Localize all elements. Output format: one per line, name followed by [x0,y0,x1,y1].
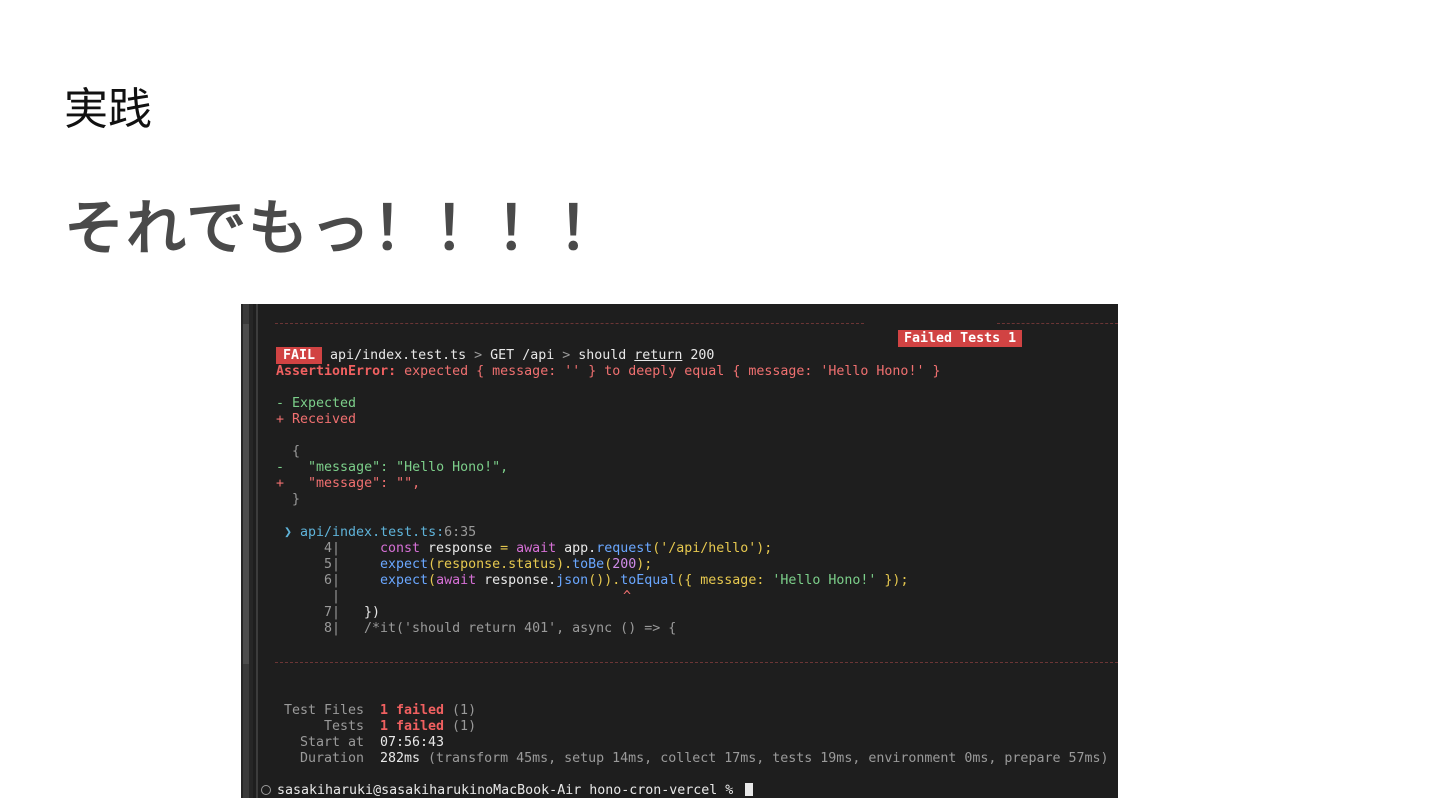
diff-plus-content: "message": "", [308,476,421,491]
code-token: json [556,573,589,588]
summary-files-value: 1 failed [380,703,445,718]
diff-plus-prefix: + [276,476,309,491]
diff-open-brace: { [276,444,301,459]
summary-duration-value: 282ms [380,751,421,766]
prompt-text: sasakiharuki@sasakiharukinoMacBook-Air h… [277,783,742,798]
separator-left [275,323,864,324]
code-line-6: expect(await response.json()).toEqual({ … [380,573,908,589]
code-token: expect [380,557,429,572]
caret-pipe: | [332,589,341,604]
terminal-scrollbar-thumb[interactable] [243,324,249,664]
code-token: request [596,541,653,556]
code-token: ()). [588,573,621,588]
terminal-divider [256,304,258,798]
cursor-block [745,783,754,796]
prompt-status-icon [261,785,271,795]
diff-plus-line: + "message": "", [276,476,420,492]
code-token: response [420,541,501,556]
test-describe: GET /api [490,348,555,363]
summary-tests-count: (1) [444,719,477,734]
code-token: expect [380,573,429,588]
assertion-message: expected { message: '' } to deeply equal… [396,364,941,379]
code-token: const [380,541,421,556]
code-line-number: 6| [324,573,341,588]
code-token: }); [876,573,909,588]
code-token: app. [556,541,597,556]
slide-title: それでもっ！！！！ [64,194,621,264]
code-token: (response.status). [428,557,573,572]
code-token: response. [476,573,557,588]
code-line-7: }) [348,605,381,620]
code-line-number: 5| [324,557,341,572]
code-token: ( [604,557,613,572]
separator-right [997,323,1118,324]
code-line-8: /*it('should return 401', async () => { [348,621,677,636]
shell-prompt[interactable]: sasakiharuki@sasakiharukinoMacBook-Air h… [261,783,754,798]
code-token: ({ message: [676,573,773,588]
code-token: ('/api/hello'); [652,541,773,556]
code-token: 200 [612,557,637,572]
summary-tests-value: 1 failed [380,719,445,734]
source-location: ❯ api/index.test.ts:6:35 [284,525,476,541]
code-token: = [500,541,509,556]
diff-received-legend: + Received [276,412,357,427]
summary-files-label: Test Files [284,703,365,718]
summary-duration-label: Duration [300,751,365,766]
terminal-screenshot: Failed Tests 1 FAIL api/index.test.ts > … [241,304,1118,798]
code-token: toBe [572,557,605,572]
summary-files-count: (1) [444,703,477,718]
code-line-number: 4| [324,541,341,556]
code-line-5: expect(response.status).toBe(200); [380,557,652,573]
code-line-number: 8| [324,621,341,636]
source-position: 6:35 [444,525,477,540]
code-line-4: const response = await app.request('/api… [380,541,772,557]
path-separator: > [554,348,579,363]
chevron-right-icon: ❯ [284,525,301,540]
diff-minus-line: - "message": "Hello Hono!", [276,460,508,476]
code-token: await [508,541,557,556]
path-separator: > [466,348,491,363]
assertion-error-line: AssertionError: expected { message: '' }… [276,364,940,380]
summary-files: 1 failed (1) [380,703,476,719]
diff-minus-prefix: - [276,460,309,475]
slide-kicker: 実践 [64,84,152,135]
test-name-code: 200 [682,348,715,363]
assertion-label: AssertionError: [276,364,397,379]
diff-minus-content: "message": "Hello Hono!", [308,460,509,475]
error-caret: ^ [623,589,632,604]
summary-duration-detail: (transform 45ms, setup 14ms, collect 17m… [420,751,1109,766]
failed-tests-badge: Failed Tests 1 [898,330,1023,347]
test-name-return: return [634,348,683,363]
code-token: toEqual [620,573,677,588]
diff-close-brace: } [276,492,301,507]
test-name: should [578,348,635,363]
separator-bottom [275,662,1118,663]
fail-badge: FAIL [276,347,323,364]
summary-start-value: 07:56:43 [380,735,445,750]
code-token: 'Hello Hono!' [772,573,877,588]
fail-line: FAIL api/index.test.ts > GET /api > shou… [276,347,715,364]
code-token: await [436,573,477,588]
summary-duration: 282ms (transform 45ms, setup 14ms, colle… [380,751,1109,767]
code-token: ); [636,557,653,572]
test-file: api/index.test.ts [330,348,467,363]
diff-expected-legend: - Expected [276,396,357,411]
summary-start-label: Start at [300,735,365,750]
code-token: ( [428,573,437,588]
summary-tests-label: Tests [324,719,365,734]
summary-tests: 1 failed (1) [380,719,476,735]
source-file: api/index.test.ts: [300,525,445,540]
code-line-number: 7| [324,605,341,620]
